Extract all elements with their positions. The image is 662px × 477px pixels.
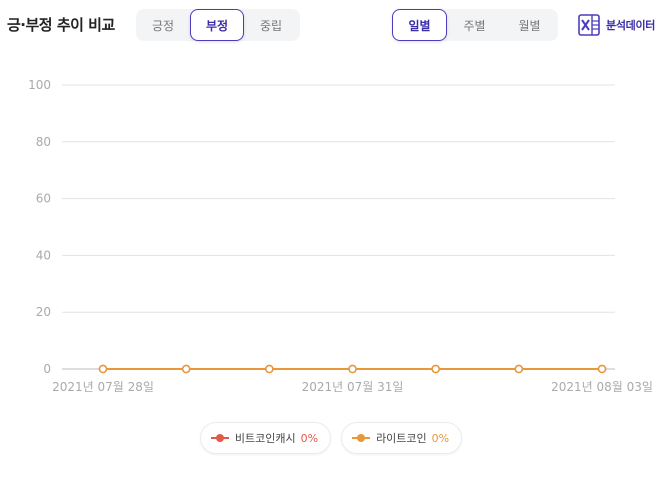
y-tick-label: 40 <box>36 248 51 262</box>
data-point <box>98 364 108 374</box>
period-filter: 일별 주별 월별 <box>392 9 558 41</box>
data-point <box>348 364 357 374</box>
line-chart: 0 20 40 60 80 100 2021년 07월 28일 2021년 07월 31일 20… <box>28 78 653 394</box>
y-tick-label: 20 <box>36 305 51 319</box>
tab-positive[interactable]: 긍정 <box>136 9 190 41</box>
legend-label: 비트코인캐시 <box>234 432 296 445</box>
legend-label: 라이트코인 <box>376 432 427 445</box>
tab-neutral[interactable]: 중립 <box>244 9 298 41</box>
sentiment-filter: 긍정 부정 중립 <box>136 9 300 41</box>
chart-legend: 비트코인캐시 0% 라이트코인 0% <box>0 422 662 454</box>
data-point <box>265 364 274 374</box>
export-label: 분석데이터 <box>606 19 656 32</box>
y-tick-label: 0 <box>43 362 51 376</box>
x-tick-label: 2021년 07월 28일 <box>52 380 154 394</box>
tab-daily[interactable]: 일별 <box>392 9 447 41</box>
tab-negative[interactable]: 부정 <box>190 9 244 41</box>
data-point <box>514 364 524 374</box>
legend-item-bitcoin-cash[interactable]: 비트코인캐시 0% <box>199 422 332 454</box>
legend-percent: 0% <box>300 431 319 445</box>
data-point <box>181 364 191 374</box>
tab-weekly[interactable]: 주별 <box>447 9 502 41</box>
tab-monthly[interactable]: 월별 <box>502 9 557 41</box>
excel-icon <box>578 14 600 36</box>
data-point <box>597 364 607 374</box>
legend-percent: 0% <box>431 431 450 445</box>
legend-swatch <box>352 433 371 443</box>
legend-item-litecoin[interactable]: 라이트코인 0% <box>341 422 463 454</box>
y-tick-label: 60 <box>36 192 51 206</box>
x-tick-label: 2021년 08월 03일 <box>551 380 653 394</box>
export-data-button[interactable]: 분석데이터 <box>578 14 655 36</box>
legend-swatch <box>210 433 229 443</box>
page-title: 긍·부정 추이 비교 <box>7 16 115 34</box>
x-tick-label: 2021년 07월 31일 <box>302 380 404 394</box>
y-tick-label: 100 <box>28 78 51 92</box>
y-tick-label: 80 <box>36 135 51 149</box>
data-point <box>431 364 440 374</box>
